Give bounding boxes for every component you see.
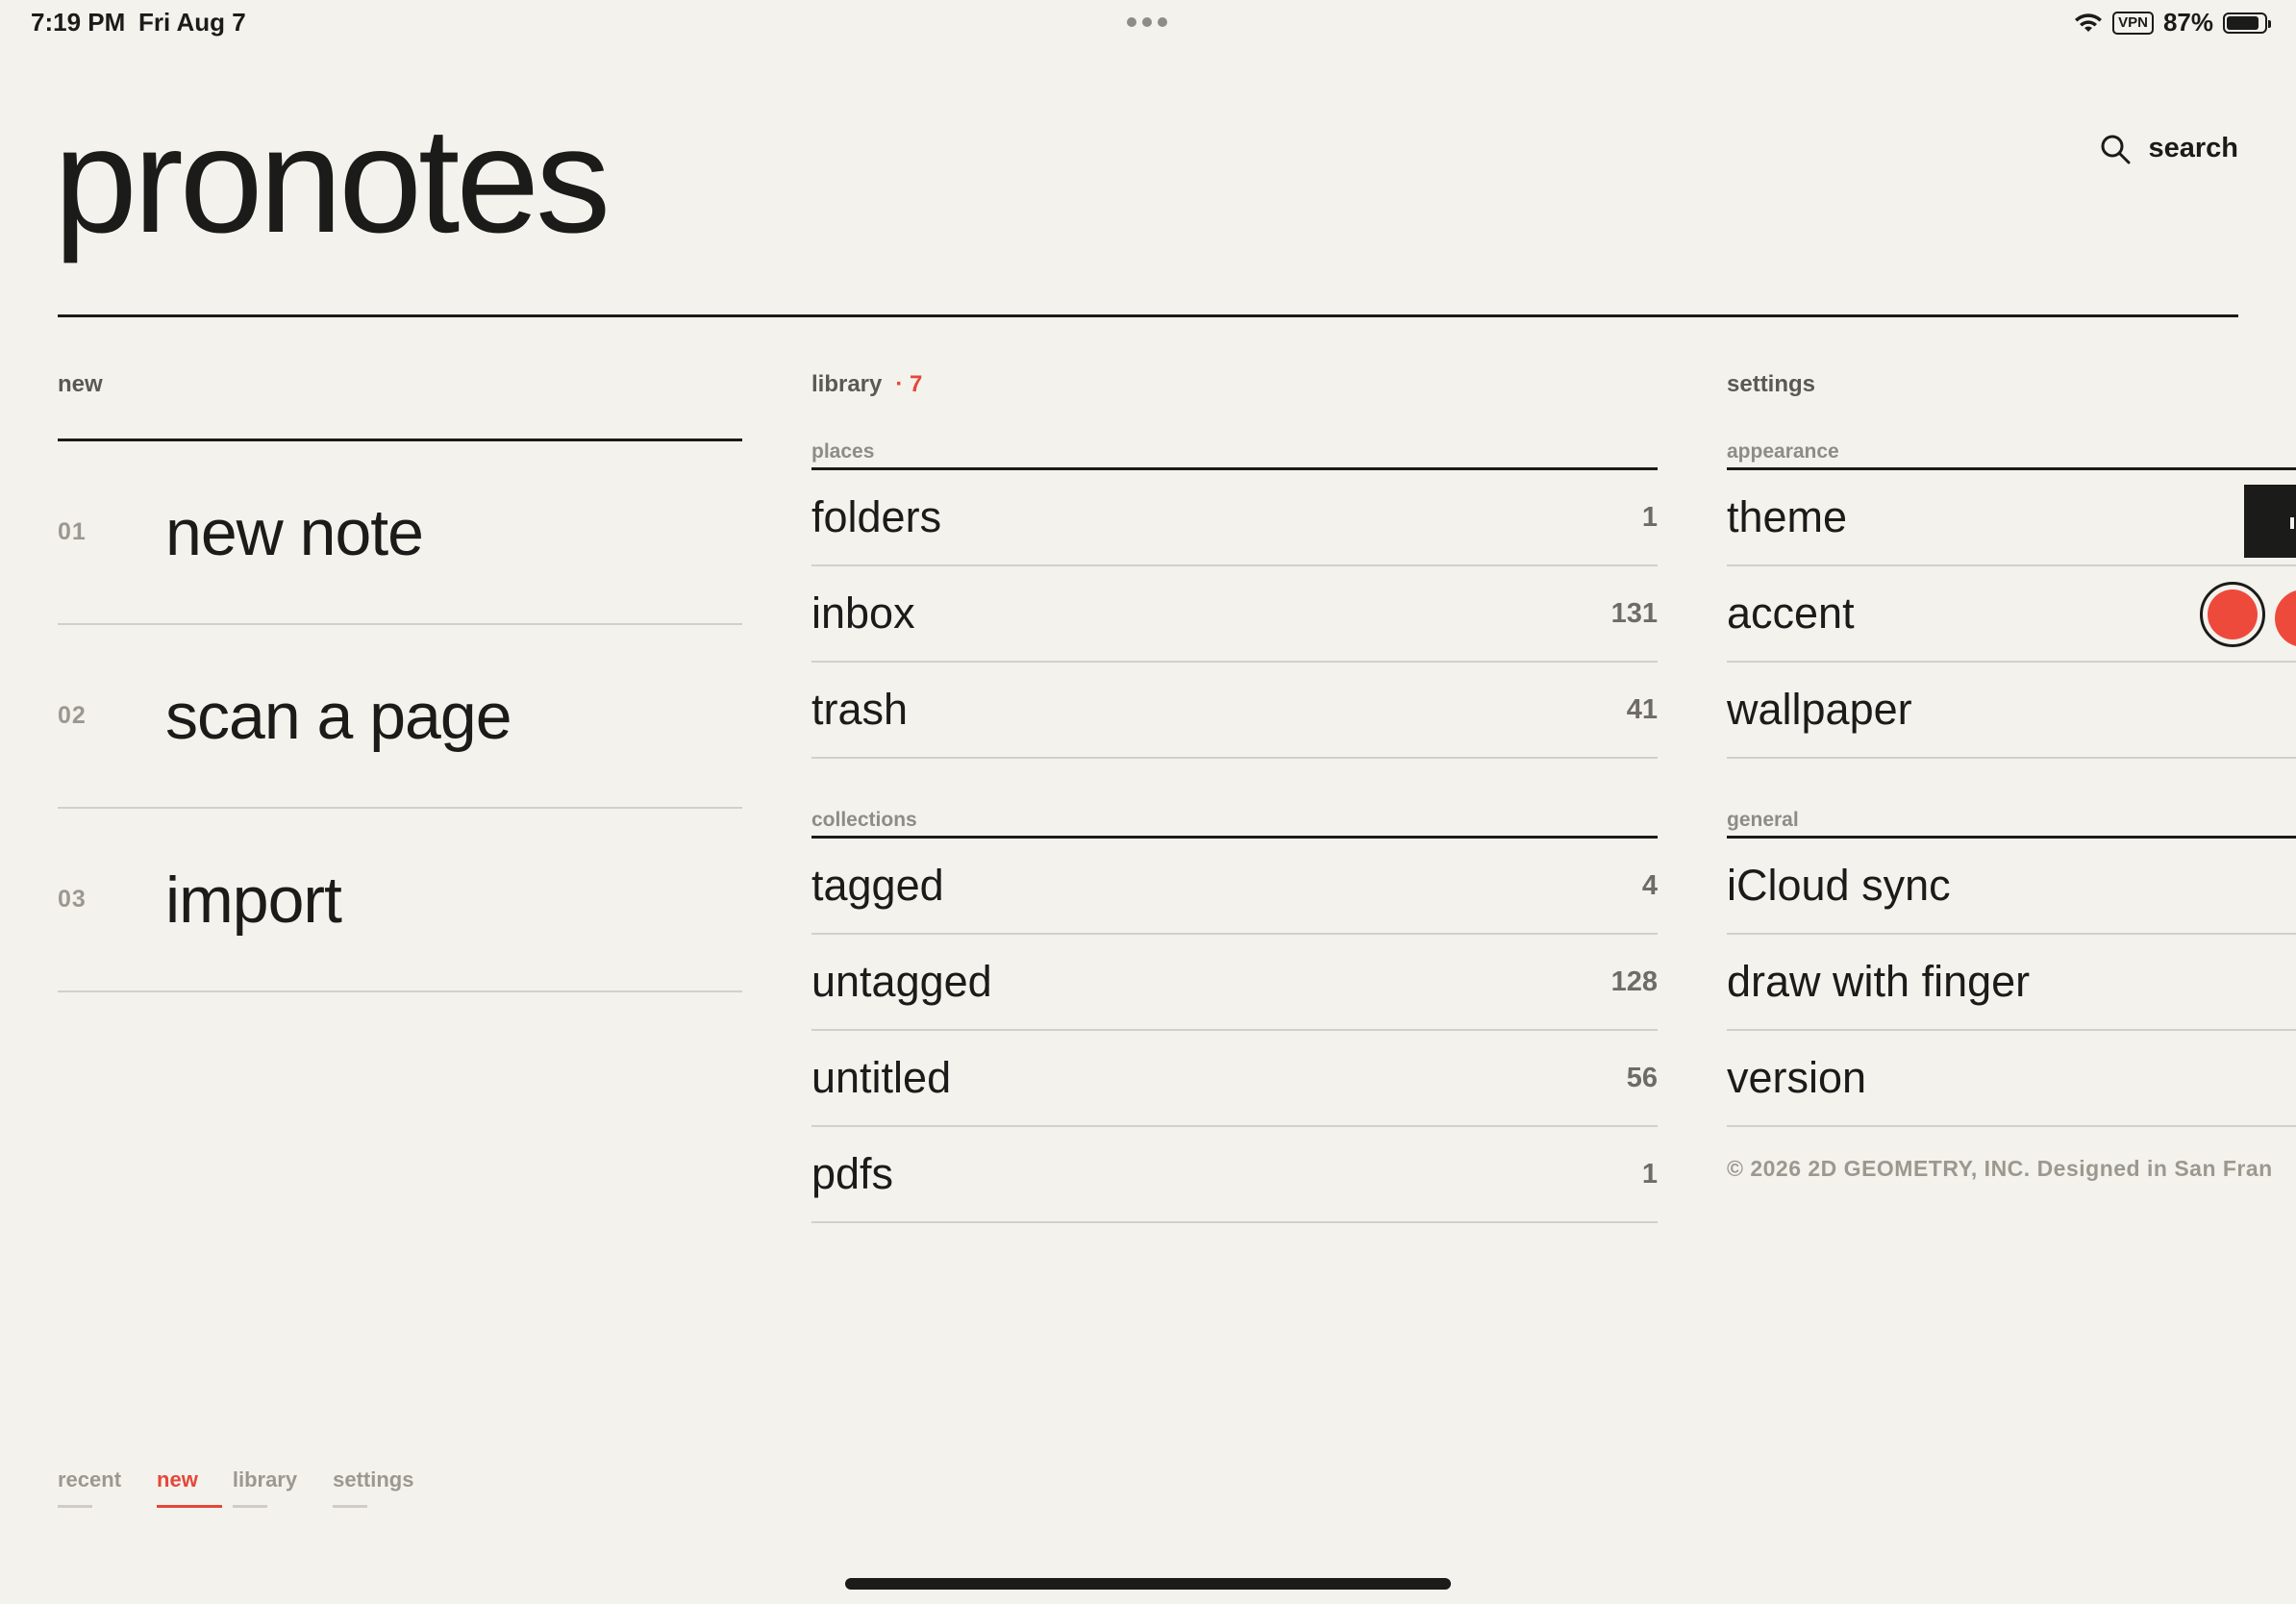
collections-label: collections [811,809,917,831]
import-label: import [165,863,342,937]
library-item-untitled[interactable]: untitled 56 [811,1031,1658,1127]
tab-new[interactable]: new [157,1467,222,1508]
list-item-count: 4 [1641,869,1658,901]
list-item-count: 1 [1641,1158,1658,1190]
bottom-tab-bar: recent new library settings [58,1467,413,1508]
wifi-icon [2075,13,2103,32]
status-time: 7:19 PM [31,8,126,37]
setting-label: accent [1727,589,1855,638]
library-item-inbox[interactable]: inbox 131 [811,566,1658,663]
row-number: 02 [58,702,87,729]
places-label: places [811,440,875,463]
general-label: general [1727,809,1799,831]
list-item-label: tagged [811,861,944,910]
library-item-trash[interactable]: trash 41 [811,663,1658,759]
setting-wallpaper[interactable]: wallpaper [1727,663,2296,759]
new-column: new 01 new note 02 scan a page 03 import [58,365,742,992]
row-number: 03 [58,886,87,913]
battery-percent: 87% [2162,8,2213,37]
scan-page-label: scan a page [165,679,512,753]
setting-label: version [1727,1053,1867,1102]
multitasking-dots-icon[interactable] [1127,17,1167,27]
setting-accent[interactable]: accent [1727,566,2296,663]
list-item-label: trash [811,685,909,734]
list-item-label: inbox [811,589,915,638]
setting-label: theme [1727,492,1848,541]
status-bar: 7:19 PM Fri Aug 7 VPN 87% [0,0,2296,46]
import-row[interactable]: 03 import [58,809,742,992]
library-count-badge: · 7 [895,371,923,397]
list-item-label: folders [811,492,942,541]
setting-label: draw with finger [1727,957,2031,1006]
status-date: Fri Aug 7 [138,8,246,37]
library-column: library · 7 places folders 1 inbox 131 t… [811,365,1658,1223]
setting-label: wallpaper [1727,685,1912,734]
library-item-untagged[interactable]: untagged 128 [811,935,1658,1031]
battery-icon [2223,12,2271,34]
setting-version[interactable]: version [1727,1031,2296,1127]
app-title: pronotes [54,97,611,264]
list-item-count: 56 [1626,1062,1658,1093]
search-label: search [2148,133,2238,163]
library-heading-label: library [811,371,883,397]
setting-draw-with-finger[interactable]: draw with finger [1727,935,2296,1031]
search-icon [2101,135,2131,163]
library-item-folders[interactable]: folders 1 [811,470,1658,566]
copyright-text: © 2026 2D GEOMETRY, INC. Designed in San… [1727,1156,2273,1181]
setting-theme[interactable]: theme [1727,470,2296,566]
new-heading: new [58,371,103,397]
tab-settings[interactable]: settings [333,1467,413,1508]
setting-label: iCloud sync [1727,861,1951,910]
list-item-label: pdfs [811,1149,894,1198]
library-heading: library · 7 [811,365,1658,404]
list-item-count: 41 [1626,693,1658,725]
tab-recent[interactable]: recent [58,1467,121,1508]
list-item-label: untitled [811,1053,952,1102]
accent-swatch[interactable] [2275,589,2296,647]
list-item-count: 1 [1641,501,1658,533]
new-note-row[interactable]: 01 new note [58,441,742,625]
list-item-label: untagged [811,957,992,1006]
settings-heading: settings [1727,371,1816,397]
settings-column: settings appearance theme accent wallpap… [1727,365,2296,1182]
search-button[interactable]: search [2100,133,2238,164]
header-divider [58,314,2238,317]
accent-swatch-selected[interactable] [2200,582,2265,647]
library-item-pdfs[interactable]: pdfs 1 [811,1127,1658,1223]
appearance-label: appearance [1727,440,1839,463]
new-note-label: new note [165,495,424,569]
list-item-count: 131 [1610,597,1658,629]
home-indicator[interactable] [845,1578,1451,1590]
setting-icloud-sync[interactable]: iCloud sync [1727,839,2296,935]
tab-library[interactable]: library [232,1467,297,1508]
row-number: 01 [58,518,87,545]
vpn-badge: VPN [2112,11,2154,35]
scan-page-row[interactable]: 02 scan a page [58,625,742,809]
list-item-count: 128 [1610,965,1658,997]
library-item-tagged[interactable]: tagged 4 [811,839,1658,935]
status-right: VPN 87% [2074,8,2271,38]
theme-dark-swatch[interactable] [2244,485,2296,558]
